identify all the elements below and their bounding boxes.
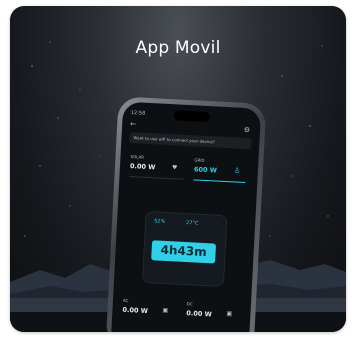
card-title: App Movil xyxy=(135,38,221,58)
status-time: 12:58 xyxy=(130,109,146,117)
grid-label: GRID xyxy=(194,157,205,163)
settings-gear-icon[interactable]: ⚙ xyxy=(244,126,251,134)
dynamic-island xyxy=(173,110,210,123)
ac-value: 0.00 W xyxy=(122,305,149,316)
solar-label: SOLAR xyxy=(130,154,145,160)
dc-outlet-icon: ▣ xyxy=(226,310,233,318)
phone-mockup: 12:58 ← ⚙ Want to use wifi to connect yo… xyxy=(105,96,267,332)
phone-screen: 12:58 ← ⚙ Want to use wifi to connect yo… xyxy=(110,101,262,332)
dc-label: DC xyxy=(186,301,193,307)
back-arrow-icon[interactable]: ← xyxy=(130,120,136,128)
dc-value: 0.00 W xyxy=(186,309,213,319)
app-card[interactable]: App Movil 12:58 ← ⚙ Want to use wifi to … xyxy=(10,6,346,332)
solar-value: 0.00 W xyxy=(129,161,156,172)
ac-outlet-icon: ▣ xyxy=(162,306,169,315)
battery-panel[interactable]: 52% 27°C 4h43m xyxy=(141,210,228,288)
solar-flow-line xyxy=(129,175,184,180)
solar-icon: ♥ xyxy=(171,164,178,172)
ac-label: AC xyxy=(122,297,129,304)
remaining-time-box: 4h43m xyxy=(151,240,217,264)
wifi-prompt-banner[interactable]: Want to use wifi to connect your device? xyxy=(129,131,252,150)
battery-percent: 52% xyxy=(153,218,166,225)
wifi-prompt-text: Want to use wifi to connect your device? xyxy=(133,135,215,145)
battery-temp: 27°C xyxy=(185,220,199,227)
grid-flow-line xyxy=(193,179,246,184)
remaining-time: 4h43m xyxy=(160,242,208,260)
grid-icon: ♙ xyxy=(233,166,241,175)
grid-value: 600 W xyxy=(193,165,218,175)
